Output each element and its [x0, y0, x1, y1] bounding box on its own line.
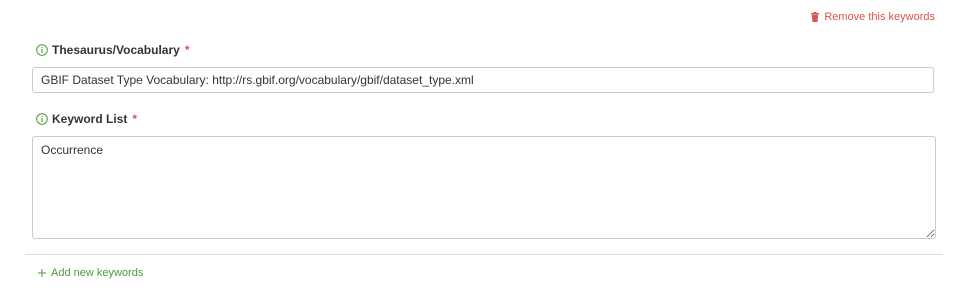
remove-keywords-link[interactable]: Remove this keywords	[811, 11, 935, 23]
thesaurus-label: Thesaurus/Vocabulary *	[36, 43, 190, 57]
add-keywords-link[interactable]: Add new keywords	[38, 267, 143, 279]
add-keywords-label: Add new keywords	[51, 267, 144, 279]
keyword-list-label-text: Keyword List	[52, 112, 128, 126]
keyword-list-textarea[interactable]: Occurrence	[32, 136, 936, 239]
keyword-list-label: Keyword List *	[36, 112, 137, 126]
required-marker: *	[184, 43, 190, 57]
info-circle-icon	[36, 44, 48, 56]
plus-icon	[38, 269, 46, 277]
thesaurus-input[interactable]: GBIF Dataset Type Vocabulary: http://rs.…	[32, 67, 934, 93]
section-divider	[25, 254, 943, 255]
info-circle-icon	[36, 113, 48, 125]
required-marker: *	[132, 112, 138, 126]
remove-keywords-label: Remove this keywords	[824, 11, 935, 23]
thesaurus-label-text: Thesaurus/Vocabulary	[52, 43, 180, 57]
trash-icon	[811, 12, 820, 22]
